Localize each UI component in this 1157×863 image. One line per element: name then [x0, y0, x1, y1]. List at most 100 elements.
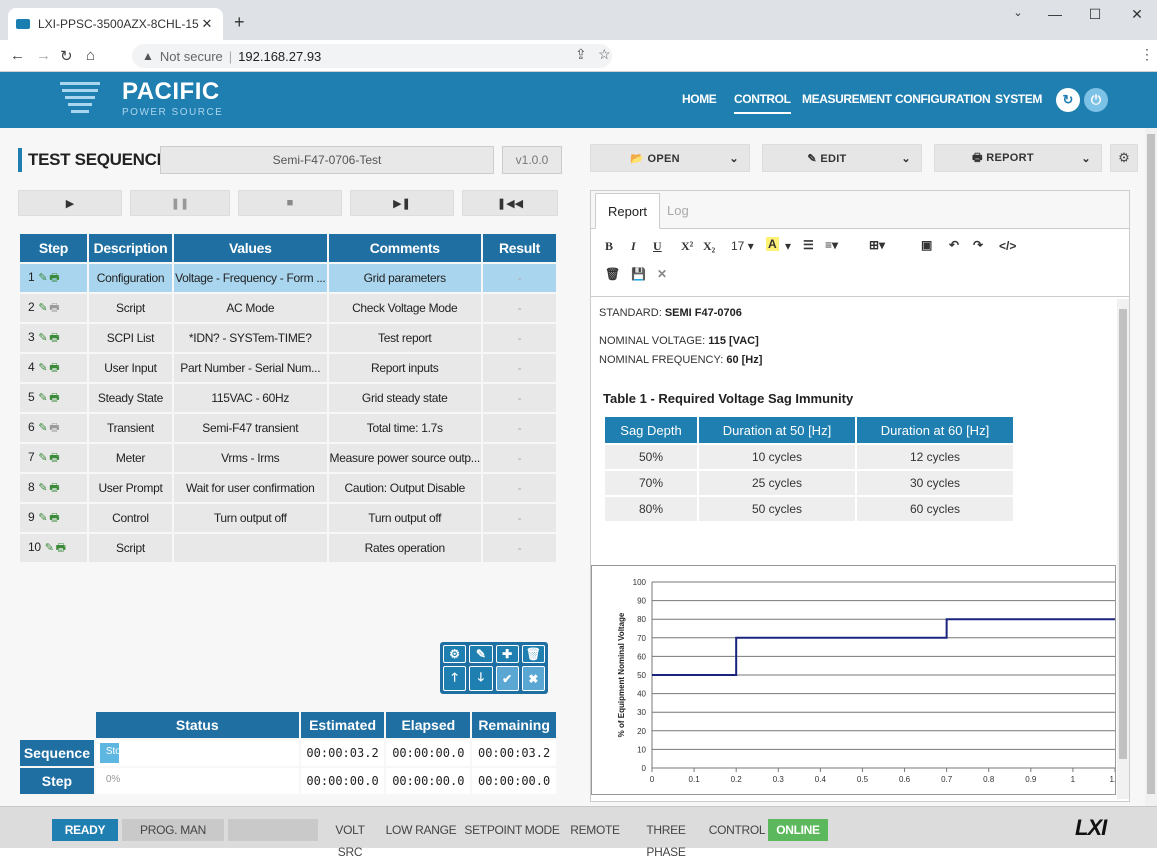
step-cell[interactable]: 3 ✎ 🖶 — [20, 324, 87, 352]
nav-control[interactable]: CONTROL — [734, 92, 791, 114]
printer-icon[interactable]: 🖶 — [49, 392, 59, 404]
highlight-dropdown-icon[interactable]: ▾ — [785, 239, 791, 253]
printer-icon[interactable]: 🖶 — [56, 542, 66, 554]
values-cell[interactable]: 115VAC - 60Hz — [174, 384, 327, 412]
values-cell[interactable]: Turn output off — [174, 504, 327, 532]
forward-icon[interactable]: → — [36, 47, 51, 64]
values-cell[interactable]: Wait for user confirmation — [174, 474, 327, 502]
trash-icon[interactable]: 🗑 — [605, 267, 620, 281]
settings-gear-icon[interactable]: ⚙ — [1110, 144, 1138, 172]
edit-icon[interactable]: ✎ — [38, 422, 47, 434]
tab-report[interactable]: Report — [595, 193, 661, 229]
comments-cell[interactable]: Measure power source outp... — [328, 444, 481, 472]
step-cell[interactable]: 2 ✎ 🖶 — [20, 294, 87, 322]
pencil-icon[interactable]: ✎ — [469, 645, 493, 663]
table-row[interactable]: 3 ✎ 🖶 SCPI List *IDN? - SYSTem-TIME? Test rep… — [20, 324, 556, 352]
printer-icon[interactable]: 🖶 — [49, 482, 59, 494]
printer-icon[interactable]: 🖶 — [49, 422, 59, 434]
comments-cell[interactable]: Grid steady state — [328, 384, 481, 412]
refresh-icon[interactable]: ↻ — [1056, 88, 1080, 112]
save-icon[interactable]: 💾 — [631, 267, 646, 281]
plus-icon[interactable]: ✚ — [495, 645, 519, 663]
step-cell[interactable]: 5 ✎ 🖶 — [20, 384, 87, 412]
printer-icon[interactable]: 🖶 — [49, 332, 59, 344]
image-icon[interactable]: ▣ — [921, 238, 932, 252]
play-button[interactable]: ▶ — [18, 190, 122, 216]
redo-icon[interactable]: ↷ — [973, 238, 983, 252]
description-cell[interactable]: Control — [88, 504, 173, 532]
comments-cell[interactable]: Check Voltage Mode — [328, 294, 481, 322]
power-icon[interactable]: ⏻ — [1084, 88, 1108, 112]
step-cell[interactable]: 8 ✎ 🖶 — [20, 474, 87, 502]
edit-icon[interactable]: ✎ — [38, 332, 47, 344]
values-cell[interactable]: Semi-F47 transient — [174, 414, 327, 442]
reload-icon[interactable]: ↻ — [60, 47, 73, 65]
step-cell[interactable]: 10 ✎ 🖶 — [20, 534, 87, 562]
edit-icon[interactable]: ✎ — [45, 542, 54, 554]
comments-cell[interactable]: Caution: Output Disable — [328, 474, 481, 502]
description-cell[interactable]: User Prompt — [88, 474, 173, 502]
table-row[interactable]: 9 ✎ 🖶 Control Turn output off Turn output off… — [20, 504, 556, 532]
table-row[interactable]: 2 ✎ 🖶 Script AC Mode Check Voltage Mode - — [20, 294, 556, 322]
comments-cell[interactable]: Turn output off — [328, 504, 481, 532]
step-cell[interactable]: 6 ✎ 🖶 — [20, 414, 87, 442]
bold-icon[interactable]: B — [605, 239, 613, 254]
table-row[interactable]: 8 ✎ 🖶 User Prompt Wait for user confirmation… — [20, 474, 556, 502]
edit-icon[interactable]: ✎ — [38, 392, 47, 404]
edit-icon[interactable]: ✎ — [38, 272, 47, 284]
minimize-icon[interactable]: — — [1040, 6, 1070, 22]
table-row[interactable]: 5 ✎ 🖶 Steady State 115VAC - 60Hz Grid steady … — [20, 384, 556, 412]
undo-icon[interactable]: ↶ — [949, 238, 959, 252]
tab-log[interactable]: Log — [655, 193, 701, 229]
rewind-button[interactable]: ❚◀◀ — [462, 190, 558, 216]
step-button[interactable]: ▶❚ — [350, 190, 454, 216]
printer-icon[interactable]: 🖶 — [49, 272, 59, 284]
printer-icon[interactable]: 🖶 — [49, 512, 59, 524]
step-cell[interactable]: 7 ✎ 🖶 — [20, 444, 87, 472]
description-cell[interactable]: Script — [88, 534, 173, 562]
edit-icon[interactable]: ✎ — [38, 302, 47, 314]
edit-icon[interactable]: ✎ — [38, 512, 47, 524]
table-row[interactable]: 10 ✎ 🖶 Script Rates operation - — [20, 534, 556, 562]
printer-icon[interactable]: 🖶 — [49, 302, 59, 314]
table-row[interactable]: 1 ✎ 🖶 Configuration Voltage - Frequency - Fo… — [20, 264, 556, 292]
font-size-select[interactable]: 17 ▾ — [731, 239, 754, 253]
values-cell[interactable] — [174, 534, 327, 562]
share-icon[interactable]: ⇪ — [575, 46, 587, 63]
nav-measurement[interactable]: MEASUREMENT — [802, 92, 892, 106]
description-cell[interactable]: Transient — [88, 414, 173, 442]
close-icon[interactable]: ✕ — [657, 267, 667, 281]
comments-cell[interactable]: Rates operation — [328, 534, 481, 562]
tab-search-icon[interactable]: ⌄ — [1003, 6, 1033, 19]
description-cell[interactable]: Meter — [88, 444, 173, 472]
edit-icon[interactable]: ✎ — [38, 362, 47, 374]
superscript-icon[interactable]: X² — [681, 239, 693, 254]
browser-menu-icon[interactable]: ⋮ — [1140, 46, 1154, 63]
sequence-name-field[interactable]: Semi-F47-0706-Test — [160, 146, 494, 174]
comments-cell[interactable]: Report inputs — [328, 354, 481, 382]
close-icon[interactable]: ✖ — [521, 666, 545, 691]
comments-cell[interactable]: Test report — [328, 324, 481, 352]
page-scrollbar[interactable] — [1145, 128, 1157, 806]
bookmark-star-icon[interactable]: ☆ — [598, 46, 611, 63]
description-cell[interactable]: SCPI List — [88, 324, 173, 352]
nav-configuration[interactable]: CONFIGURATION — [895, 92, 991, 106]
step-cell[interactable]: 9 ✎ 🖶 — [20, 504, 87, 532]
nav-home[interactable]: HOME — [682, 92, 717, 106]
comments-cell[interactable]: Total time: 1.7s — [328, 414, 481, 442]
chevron-down-icon[interactable]: ⌄ — [891, 152, 921, 165]
edit-button[interactable]: ✎ EDIT ⌄ — [762, 144, 922, 172]
step-cell[interactable]: 4 ✎ 🖶 — [20, 354, 87, 382]
table-row[interactable]: 4 ✎ 🖶 User Input Part Number - Serial Num...… — [20, 354, 556, 382]
pause-button[interactable]: ❚❚ — [130, 190, 230, 216]
table-icon[interactable]: ⊞▾ — [869, 238, 885, 252]
report-button[interactable]: 🖶 REPORT ⌄ — [934, 144, 1102, 172]
back-icon[interactable]: ← — [10, 47, 25, 64]
description-cell[interactable]: User Input — [88, 354, 173, 382]
new-tab-icon[interactable]: + — [234, 12, 245, 33]
subscript-icon[interactable]: X₂ — [703, 239, 715, 254]
values-cell[interactable]: *IDN? - SYSTem-TIME? — [174, 324, 327, 352]
edit-icon[interactable]: ✎ — [38, 482, 47, 494]
comments-cell[interactable]: Grid parameters — [328, 264, 481, 292]
table-row[interactable]: 6 ✎ 🖶 Transient Semi-F47 transient Total time… — [20, 414, 556, 442]
